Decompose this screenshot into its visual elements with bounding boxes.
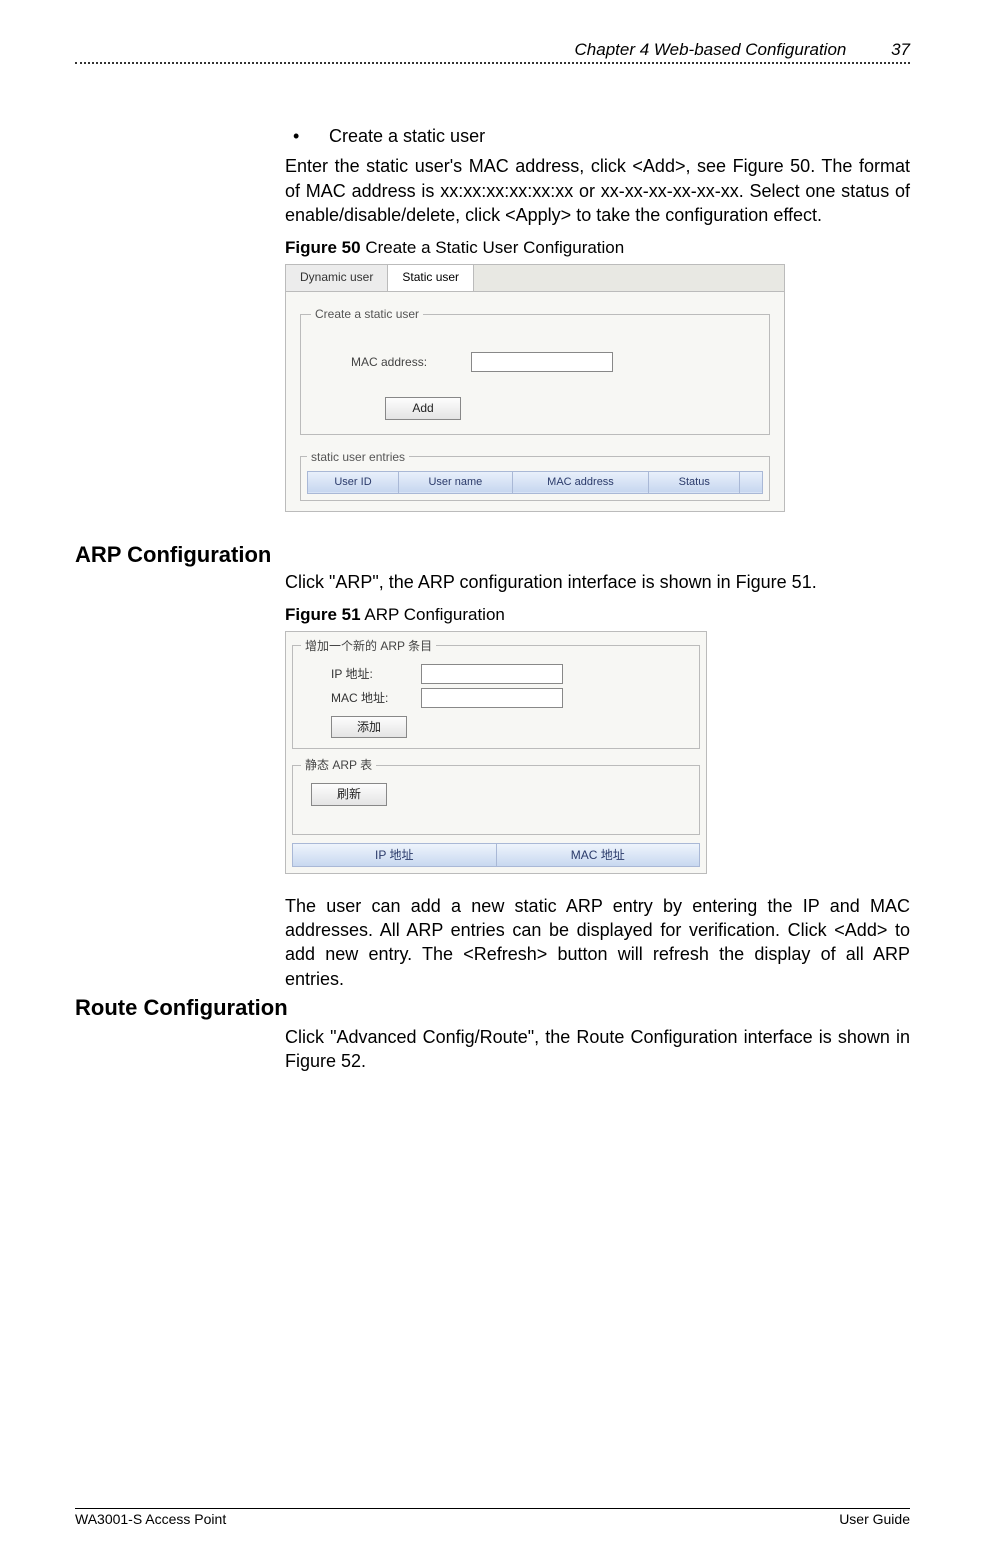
fieldset-static-user-entries: static user entries User ID User name MA… [300, 449, 770, 501]
mac-address-label: MAC address: [351, 354, 471, 370]
figure-50-number: Figure 50 [285, 238, 361, 257]
mac-address-input-arp[interactable] [421, 688, 563, 708]
figure-50-caption: Figure 50 Create a Static User Configura… [285, 237, 910, 260]
add-arp-button[interactable]: 添加 [331, 716, 407, 738]
fieldset-add-arp-entry: 增加一个新的 ARP 条目 IP 地址: MAC 地址: 添加 [292, 638, 700, 749]
tabbar: Dynamic user Static user [286, 265, 784, 292]
arp-intro-paragraph: Click "ARP", the ARP configuration inter… [285, 570, 910, 594]
page-footer: WA3001-S Access Point User Guide [75, 1508, 910, 1527]
figure-51-caption: Figure 51 ARP Configuration [285, 604, 910, 627]
mac-address-label-arp: MAC 地址: [331, 690, 421, 706]
fieldset-static-arp-table: 静态 ARP 表 刷新 [292, 757, 700, 834]
page-number: 37 [870, 40, 910, 60]
ip-address-input[interactable] [421, 664, 563, 684]
route-body-paragraph: Click "Advanced Config/Route", the Route… [285, 1025, 910, 1074]
arp-body-paragraph: The user can add a new static ARP entry … [285, 894, 910, 991]
mac-address-input[interactable] [471, 352, 613, 372]
add-button[interactable]: Add [385, 397, 461, 419]
bullet-dot: • [285, 124, 329, 148]
fieldset-create-static-user: Create a static user MAC address: Add [300, 306, 770, 434]
ip-address-label: IP 地址: [331, 666, 421, 682]
arp-table-header: IP 地址 MAC 地址 [292, 843, 700, 867]
col-user-name: User name [399, 471, 513, 493]
figure-50-title: Create a Static User Configuration [361, 238, 625, 257]
heading-route-configuration: Route Configuration [75, 995, 910, 1021]
chapter-title: Chapter 4 Web-based Configuration [575, 40, 847, 59]
legend-create-static-user: Create a static user [311, 306, 423, 322]
figure-51-number: Figure 51 [285, 605, 361, 624]
legend-static-arp-table: 静态 ARP 表 [301, 757, 376, 773]
footer-right: User Guide [839, 1511, 910, 1527]
bullet-item: • Create a static user [285, 124, 910, 148]
col-mac-address-arp: MAC 地址 [497, 844, 700, 866]
bullet-text: Create a static user [329, 124, 485, 148]
figure-50: Dynamic user Static user Create a static… [285, 264, 785, 511]
figure-51: 增加一个新的 ARP 条目 IP 地址: MAC 地址: 添加 静态 ARP 表… [285, 631, 707, 874]
header-rule [75, 62, 910, 64]
tab-static-user[interactable]: Static user [388, 265, 474, 291]
col-blank [740, 471, 763, 493]
refresh-button[interactable]: 刷新 [311, 783, 387, 805]
figure-51-title: ARP Configuration [361, 605, 505, 624]
heading-arp-configuration: ARP Configuration [75, 542, 910, 568]
col-status: Status [649, 471, 740, 493]
footer-left: WA3001-S Access Point [75, 1511, 226, 1527]
paragraph-create-static-user: Enter the static user's MAC address, cli… [285, 154, 910, 227]
running-header: Chapter 4 Web-based Configuration 37 [75, 40, 910, 60]
legend-add-arp-entry: 增加一个新的 ARP 条目 [301, 638, 436, 654]
col-mac-address: MAC address [512, 471, 649, 493]
static-user-table: User ID User name MAC address Status [307, 471, 763, 494]
tab-dynamic-user[interactable]: Dynamic user [286, 265, 388, 291]
col-user-id: User ID [308, 471, 399, 493]
col-ip-address: IP 地址 [293, 844, 497, 866]
legend-static-user-entries: static user entries [307, 449, 409, 465]
